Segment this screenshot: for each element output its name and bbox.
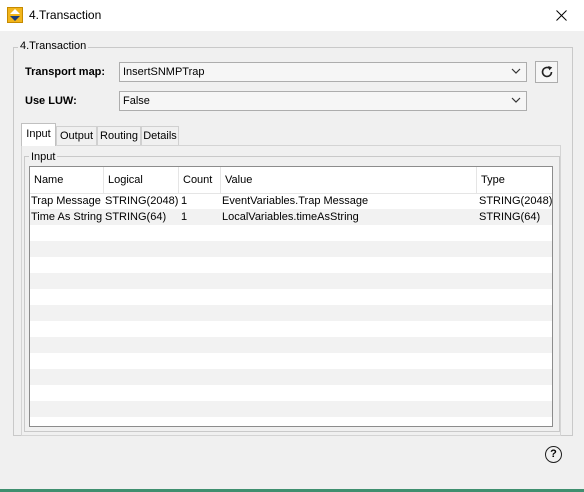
empty-row bbox=[30, 369, 552, 385]
use-luw-value: False bbox=[123, 95, 150, 107]
empty-row bbox=[30, 273, 552, 289]
column-header-type[interactable]: Type bbox=[477, 167, 552, 193]
cell-value: EventVariables.Trap Message bbox=[222, 195, 369, 207]
empty-row bbox=[30, 385, 552, 401]
table-row[interactable]: Trap Message STRING(2048) 1 EventVariabl… bbox=[30, 193, 552, 209]
empty-row bbox=[30, 305, 552, 321]
help-button[interactable]: ? bbox=[545, 446, 562, 463]
cell-value: LocalVariables.timeAsString bbox=[222, 211, 359, 223]
cell-logical: STRING(64) bbox=[105, 211, 167, 223]
cell-count: 1 bbox=[181, 211, 188, 223]
use-luw-label: Use LUW: bbox=[25, 95, 77, 107]
transport-map-value: InsertSNMPTrap bbox=[123, 66, 205, 78]
window-title: 4.Transaction bbox=[29, 8, 102, 22]
up-down-arrows-icon bbox=[7, 7, 23, 23]
tab-routing[interactable]: Routing bbox=[97, 126, 141, 145]
cell-logical: STRING(2048) bbox=[105, 195, 179, 207]
tab-input[interactable]: Input bbox=[21, 123, 56, 146]
chevron-down-icon bbox=[511, 97, 521, 103]
title-bar: 4.Transaction bbox=[0, 0, 584, 31]
cell-count: 1 bbox=[181, 195, 188, 207]
column-header-value[interactable]: Value bbox=[221, 167, 477, 193]
transport-map-label: Transport map: bbox=[25, 66, 106, 78]
transport-map-select[interactable]: InsertSNMPTrap bbox=[119, 62, 527, 82]
cell-type: STRING(64) bbox=[479, 211, 541, 223]
column-header-count[interactable]: Count bbox=[179, 167, 221, 193]
column-header-name[interactable]: Name bbox=[30, 167, 104, 193]
cell-name: Time As String bbox=[31, 211, 103, 223]
cell-name: Trap Message bbox=[31, 195, 101, 207]
empty-row bbox=[30, 401, 552, 417]
empty-row bbox=[30, 225, 552, 241]
refresh-button[interactable] bbox=[535, 61, 558, 83]
empty-row bbox=[30, 241, 552, 257]
close-button[interactable] bbox=[538, 0, 584, 31]
use-luw-select[interactable]: False bbox=[119, 91, 527, 111]
help-icon: ? bbox=[550, 448, 557, 460]
tab-details[interactable]: Details bbox=[141, 126, 179, 145]
empty-row bbox=[30, 321, 552, 337]
empty-row bbox=[30, 353, 552, 369]
input-group-legend: Input bbox=[29, 151, 58, 163]
empty-row bbox=[30, 337, 552, 353]
refresh-icon bbox=[541, 66, 552, 78]
table-row[interactable]: Time As String STRING(64) 1 LocalVariabl… bbox=[30, 209, 552, 225]
empty-row bbox=[30, 289, 552, 305]
chevron-down-icon bbox=[511, 68, 521, 74]
table-header: Name Logical Count Value Type bbox=[30, 167, 552, 194]
column-header-logical[interactable]: Logical bbox=[104, 167, 179, 193]
group-legend: 4.Transaction bbox=[18, 40, 89, 52]
tab-output[interactable]: Output bbox=[56, 126, 97, 145]
close-icon bbox=[555, 10, 567, 21]
cell-type: STRING(2048) bbox=[479, 195, 552, 207]
input-table: Name Logical Count Value Type Trap Messa… bbox=[29, 166, 553, 427]
empty-row bbox=[30, 257, 552, 273]
